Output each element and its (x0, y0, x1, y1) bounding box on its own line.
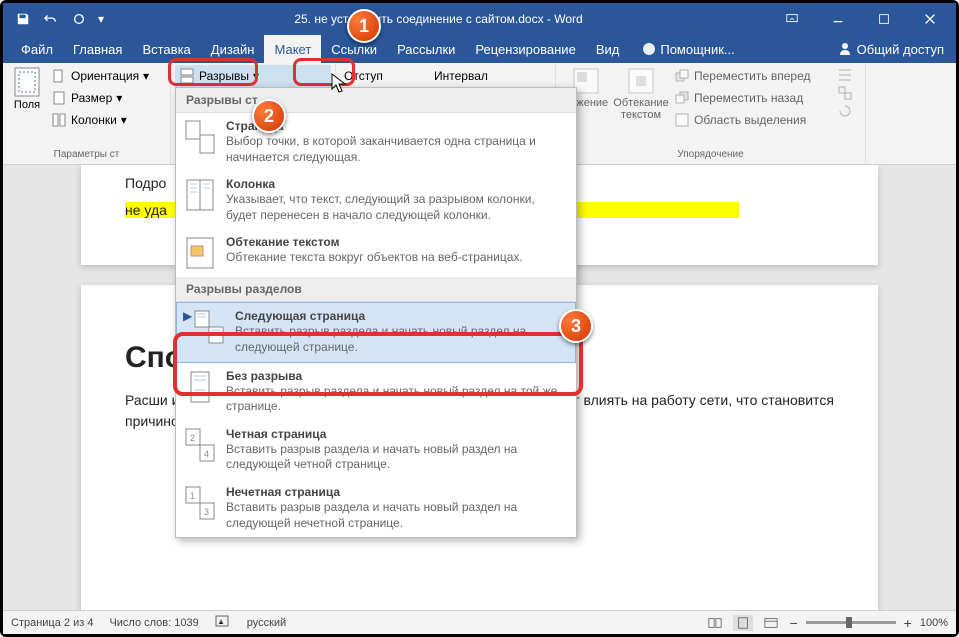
close-button[interactable] (908, 5, 952, 33)
rotate-icon[interactable] (837, 103, 853, 119)
view-print-layout[interactable] (733, 615, 753, 631)
statusbar: Страница 2 из 4 Число слов: 1039 русский… (3, 610, 956, 634)
tab-file[interactable]: Файл (11, 35, 63, 63)
svg-text:1: 1 (190, 491, 195, 501)
redo-button[interactable] (67, 7, 91, 31)
size-button[interactable]: Размер ▾ (47, 87, 166, 109)
ribbon-tabs: Файл Главная Вставка Дизайн Макет Ссылки… (3, 35, 956, 63)
dropdown-item-page[interactable]: СтраницаВыбор точки, в которой заканчива… (176, 113, 576, 171)
columns-button[interactable]: Колонки ▾ (47, 109, 166, 131)
tab-view[interactable]: Вид (586, 35, 630, 63)
titlebar: ▾ 25. не установить соединение с сайтом.… (3, 3, 956, 35)
qat-customize[interactable]: ▾ (95, 7, 107, 31)
minimize-button[interactable] (816, 5, 860, 33)
spacing-label: Интервал (430, 65, 520, 87)
svg-text:4: 4 (204, 449, 209, 459)
margins-button[interactable]: Поля (7, 65, 47, 141)
tab-review[interactable]: Рецензирование (465, 35, 585, 63)
share-button[interactable]: Общий доступ (825, 35, 956, 63)
dropdown-item-next-page[interactable]: ▶ Следующая страницаВставить разрыв разд… (176, 302, 576, 362)
ribbon-options-button[interactable] (770, 5, 814, 33)
dropdown-section-section-breaks: Разрывы разделов (176, 277, 576, 302)
send-backward-button[interactable]: Переместить назад (670, 87, 837, 109)
annotation-marker-1: 1 (347, 9, 381, 43)
bring-forward-button[interactable]: Переместить вперед (670, 65, 837, 87)
zoom-level[interactable]: 100% (920, 617, 948, 629)
align-icon[interactable] (837, 67, 853, 83)
group-page-setup-label: Параметры ст (7, 149, 166, 162)
undo-button[interactable] (39, 7, 63, 31)
wrap-text-button[interactable]: Обтекание текстом (612, 65, 670, 141)
group-arrange-label: Упорядочение (560, 149, 861, 162)
selection-pane-button[interactable]: Область выделения (670, 109, 837, 131)
zoom-in-button[interactable]: + (904, 615, 912, 631)
orientation-button[interactable]: Ориентация ▾ (47, 65, 166, 87)
view-read-mode[interactable] (705, 615, 725, 631)
dropdown-item-column[interactable]: КолонкаУказывает, что текст, следующий з… (176, 171, 576, 229)
dropdown-item-continuous[interactable]: Без разрываВставить разрыв раздела и нач… (176, 363, 576, 421)
dropdown-section-page-breaks: Разрывы ст (176, 88, 576, 113)
svg-text:2: 2 (190, 433, 195, 443)
save-button[interactable] (11, 7, 35, 31)
status-proofing-icon[interactable] (215, 614, 231, 631)
window-title: 25. не установить соединение с сайтом.do… (107, 12, 770, 26)
quick-access-toolbar: ▾ (11, 7, 107, 31)
annotation-marker-2: 2 (252, 99, 286, 133)
status-language[interactable]: русский (247, 617, 286, 629)
status-word-count[interactable]: Число слов: 1039 (109, 617, 198, 629)
svg-text:3: 3 (204, 507, 209, 517)
window-controls (770, 5, 952, 33)
breaks-dropdown: Разрывы ст СтраницаВыбор точки, в которо… (175, 87, 577, 538)
annotation-marker-3: 3 (559, 309, 593, 343)
status-page[interactable]: Страница 2 из 4 (11, 617, 93, 629)
tab-mailings[interactable]: Рассылки (387, 35, 465, 63)
group-icon[interactable] (837, 85, 853, 101)
dropdown-item-odd-page[interactable]: 13 Нечетная страницаВставить разрыв разд… (176, 479, 576, 537)
dropdown-item-text-wrapping[interactable]: Обтекание текстомОбтекание текста вокруг… (176, 229, 576, 277)
tab-tell-me[interactable]: Помощник... (631, 35, 744, 63)
tab-home[interactable]: Главная (63, 35, 132, 63)
zoom-out-button[interactable]: − (789, 615, 797, 631)
annotation-highlight-layout (293, 58, 355, 86)
view-web-layout[interactable] (761, 615, 781, 631)
maximize-button[interactable] (862, 5, 906, 33)
annotation-highlight-breaks (168, 58, 258, 86)
zoom-slider[interactable] (806, 621, 896, 624)
dropdown-item-even-page[interactable]: 24 Четная страницаВставить разрыв раздел… (176, 421, 576, 479)
